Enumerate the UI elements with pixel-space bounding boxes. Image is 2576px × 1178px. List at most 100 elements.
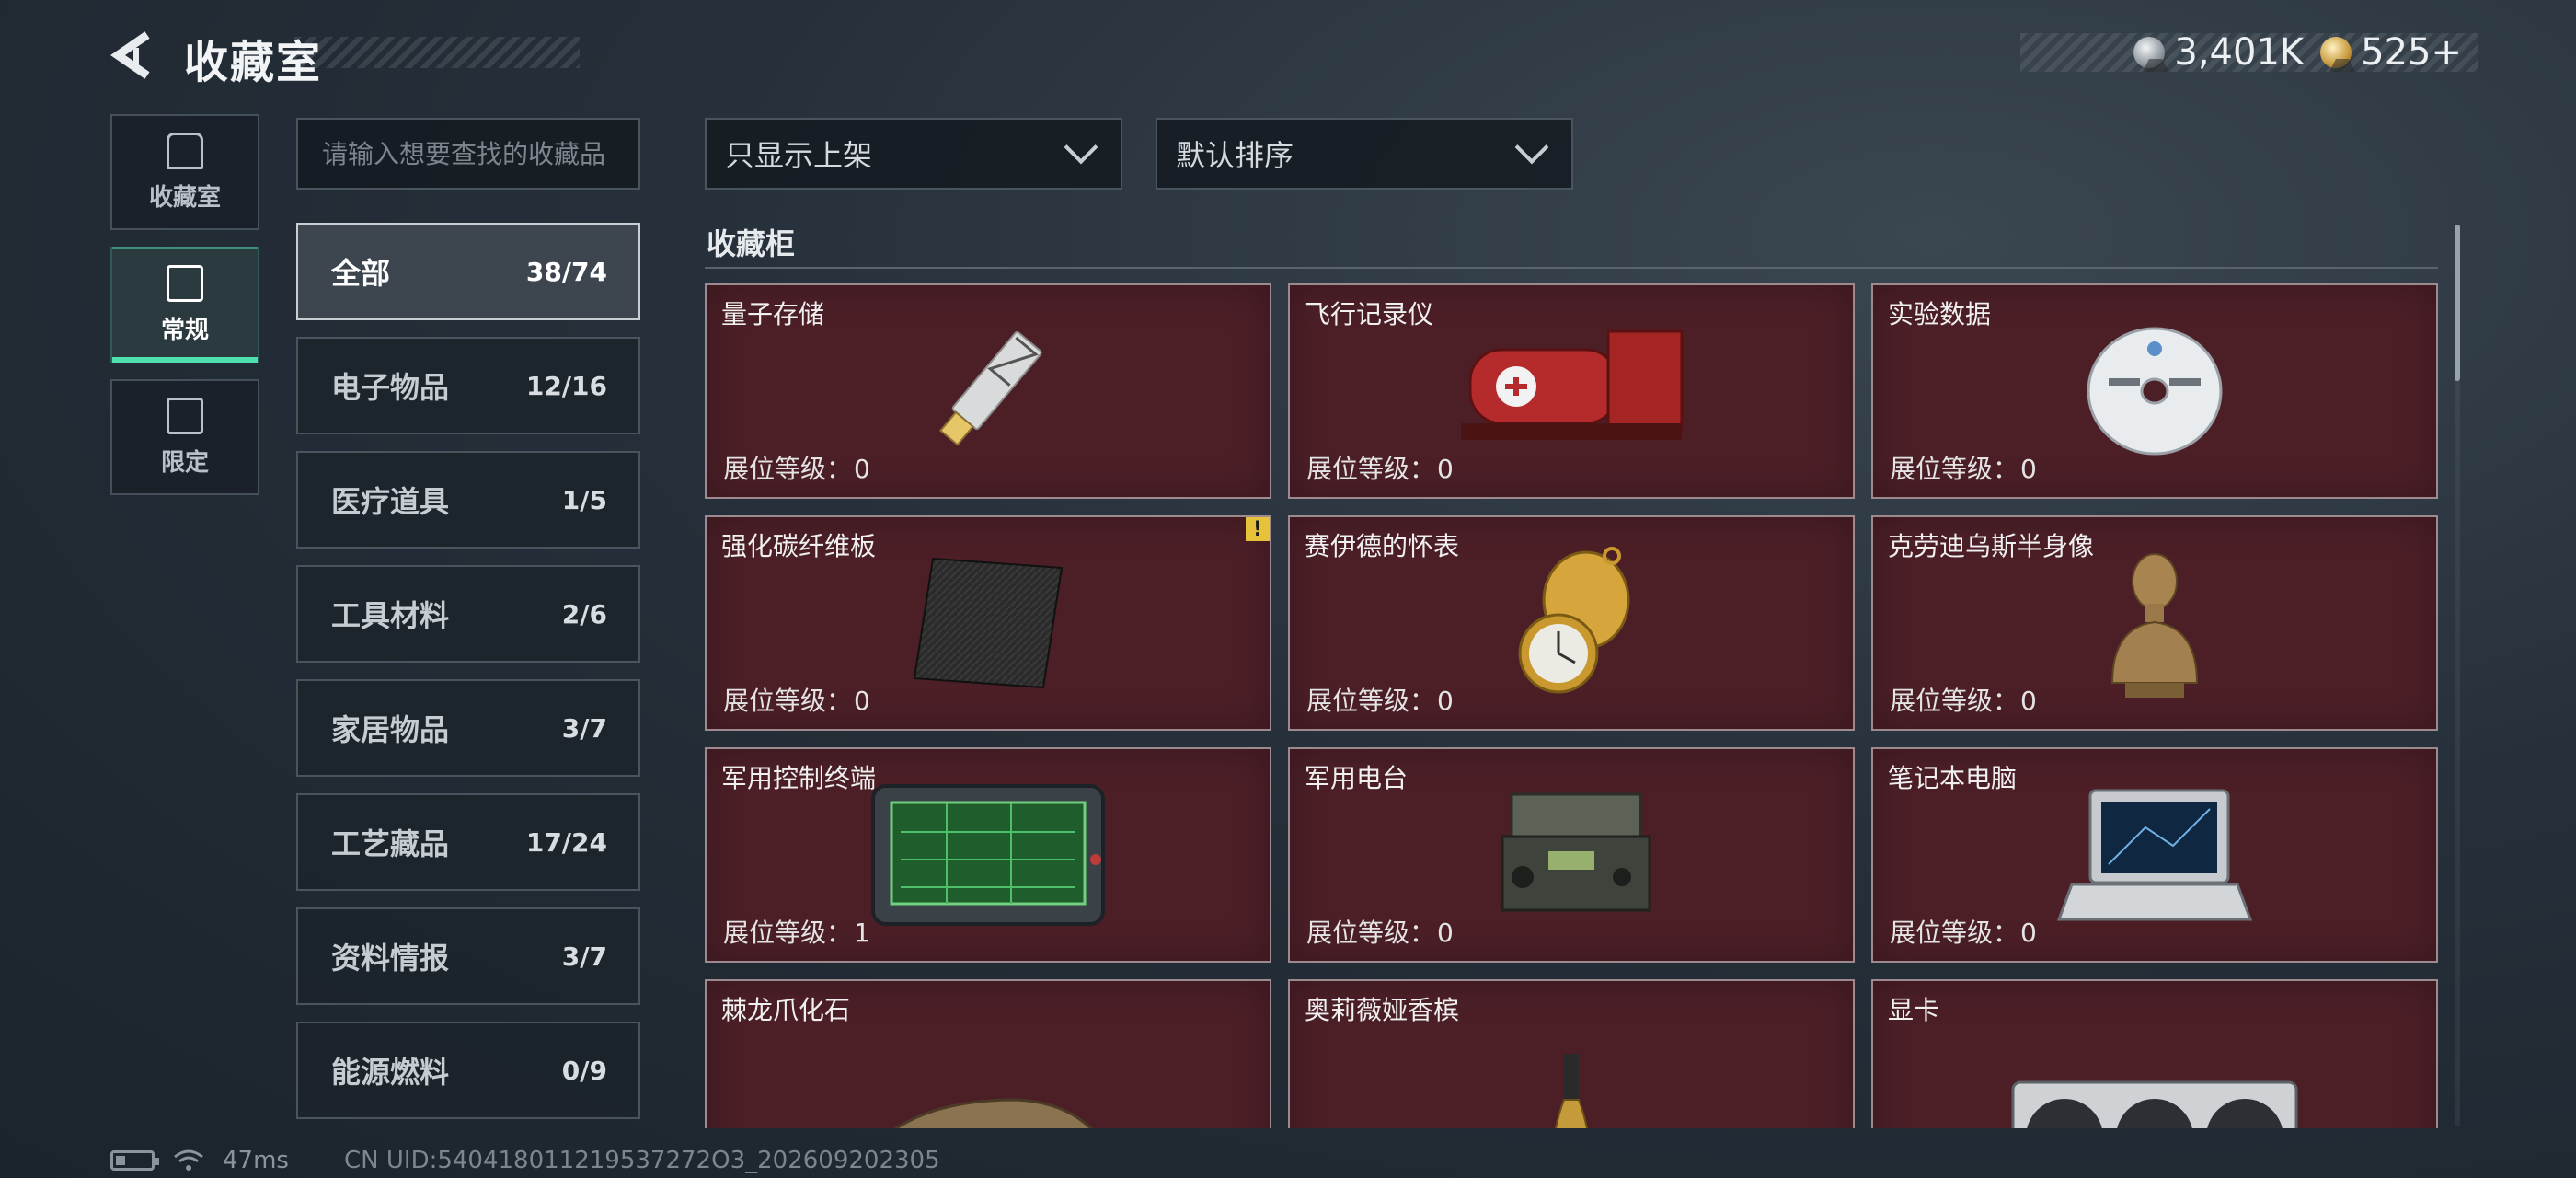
category-household[interactable]: 家居物品 3/7 <box>296 679 640 777</box>
category-count: 0/9 <box>561 1055 607 1086</box>
item-level: 展位等级：0 <box>1306 454 1454 484</box>
side-tab-label: 限定 <box>160 448 209 477</box>
cabinet-grid-viewport: 量子存储 展位等级：0 飞行记录仪 展位等级：0 实验数据 展位等级：0 强化碳… <box>705 283 2438 1128</box>
category-crafts[interactable]: 工艺藏品 17/24 <box>296 793 640 891</box>
sort-value: 默认排序 <box>1176 138 1294 173</box>
user-id: CN UID:540418011219537272O3_202609202305 <box>344 1147 940 1174</box>
category-count: 3/7 <box>561 712 607 744</box>
collection-card[interactable]: 量子存储 展位等级：0 <box>705 283 1271 499</box>
item-level: 展位等级：1 <box>723 918 870 948</box>
chevron-down-icon <box>1514 130 1549 165</box>
battery-icon <box>110 1150 159 1171</box>
page-title: 收藏室 <box>184 37 323 88</box>
item-name: 显卡 <box>1888 995 1940 1025</box>
category-count: 2/6 <box>561 598 607 629</box>
back-button[interactable] <box>109 29 160 81</box>
graphics-card-icon <box>2011 1080 2298 1128</box>
category-count: 17/24 <box>525 826 607 858</box>
collection-card[interactable]: 棘龙爪化石 展位等级： <box>705 979 1271 1128</box>
item-name: 实验数据 <box>1888 299 1992 329</box>
category-all[interactable]: 全部 38/74 <box>296 223 640 320</box>
currency-silver-value: 3,401K <box>2174 31 2305 74</box>
category-name: 电子物品 <box>331 370 450 405</box>
side-tab-collection-room[interactable]: 收藏室 <box>110 114 259 230</box>
display-filter-dropdown[interactable]: 只显示上架 <box>705 118 1122 190</box>
side-tab-label: 收藏室 <box>148 183 221 212</box>
status-bar: 47ms <box>110 1147 289 1174</box>
collection-card[interactable]: 军用电台 展位等级：0 <box>1288 747 1855 963</box>
gold-coin-icon <box>2320 37 2356 72</box>
category-medical[interactable]: 医疗道具 1/5 <box>296 451 640 549</box>
category-name: 家居物品 <box>331 712 450 747</box>
chevron-down-icon <box>1064 130 1098 165</box>
radio-icon <box>1501 792 1651 912</box>
item-name: 棘龙爪化石 <box>721 995 851 1025</box>
item-name: 飞行记录仪 <box>1305 299 1434 329</box>
category-count: 3/7 <box>561 941 607 972</box>
item-name: 强化碳纤维板 <box>721 531 877 561</box>
side-tab-label: 常规 <box>160 316 209 344</box>
category-electronics[interactable]: 电子物品 12/16 <box>296 337 640 434</box>
currency-silver[interactable]: 3,401K <box>2133 31 2304 74</box>
item-level: 展位等级：0 <box>1890 918 2037 948</box>
collection-card[interactable]: 赛伊德的怀表 展位等级：0 <box>1288 515 1855 731</box>
category-name: 能源燃料 <box>331 1055 450 1090</box>
sort-dropdown[interactable]: 默认排序 <box>1156 118 1573 190</box>
item-name: 军用控制终端 <box>721 763 877 793</box>
category-intel[interactable]: 资料情报 3/7 <box>296 907 640 1005</box>
control-terminal-icon <box>871 784 1105 926</box>
collection-card[interactable]: 笔记本电脑 展位等级：0 <box>1871 747 2438 963</box>
flight-recorder-icon <box>1461 329 1684 440</box>
pocket-watch-icon <box>1518 547 1630 694</box>
search-input[interactable] <box>296 118 640 190</box>
silver-coin-icon <box>2133 37 2169 72</box>
item-name: 笔记本电脑 <box>1888 763 2018 793</box>
warning-icon: ! <box>1246 517 1270 541</box>
currency-bar: 3,401K 525+ <box>2020 31 2478 74</box>
collection-card[interactable]: 军用控制终端 展位等级：1 <box>705 747 1271 963</box>
limited-icon <box>167 397 203 434</box>
collection-room-icon <box>167 132 203 169</box>
currency-gold[interactable]: 525+ <box>2320 31 2462 74</box>
side-tab-regular[interactable]: 常规 <box>110 247 259 363</box>
wifi-icon <box>174 1149 203 1171</box>
item-level: 展位等级：0 <box>1890 686 2037 716</box>
regular-icon <box>167 264 203 302</box>
category-count: 12/16 <box>525 370 607 401</box>
collection-card[interactable]: 实验数据 展位等级：0 <box>1871 283 2438 499</box>
cabinet-title: 收藏柜 <box>707 226 796 261</box>
item-level: 展位等级：0 <box>1306 686 1454 716</box>
item-level: 展位等级：0 <box>723 686 870 716</box>
bust-icon <box>2110 553 2199 698</box>
collection-card[interactable]: 飞行记录仪 展位等级：0 <box>1288 283 1855 499</box>
category-energy[interactable]: 能源燃料 0/9 <box>296 1022 640 1119</box>
item-name: 量子存储 <box>721 299 825 329</box>
item-name: 克劳迪乌斯半身像 <box>1888 531 2095 561</box>
category-name: 工具材料 <box>331 598 450 633</box>
collection-card[interactable]: 强化碳纤维板 ! 展位等级：0 <box>705 515 1271 731</box>
item-name: 军用电台 <box>1305 763 1409 793</box>
item-name: 奥莉薇娅香槟 <box>1305 995 1460 1025</box>
title-decoration <box>294 37 580 68</box>
item-name: 赛伊德的怀表 <box>1305 531 1460 561</box>
item-level: 展位等级：0 <box>723 454 870 484</box>
collection-card[interactable]: 显卡 展位等级： <box>1871 979 2438 1128</box>
category-name: 全部 <box>331 256 391 291</box>
cabinet-grid: 量子存储 展位等级：0 飞行记录仪 展位等级：0 实验数据 展位等级：0 强化碳… <box>705 283 2438 1128</box>
category-name: 工艺藏品 <box>331 826 450 861</box>
item-level: 展位等级：0 <box>1306 918 1454 948</box>
back-arrow-icon <box>110 31 150 79</box>
usb-drive-icon <box>938 331 1042 446</box>
side-tab-limited[interactable]: 限定 <box>110 379 259 495</box>
display-filter-value: 只显示上架 <box>725 138 873 173</box>
collection-card[interactable]: 奥莉薇娅香槟 展位等级： <box>1288 979 1855 1128</box>
category-tools[interactable]: 工具材料 2/6 <box>296 565 640 663</box>
category-count: 1/5 <box>561 484 607 515</box>
category-name: 资料情报 <box>331 941 450 976</box>
category-count: 38/74 <box>525 256 607 287</box>
collection-card[interactable]: 克劳迪乌斯半身像 展位等级：0 <box>1871 515 2438 731</box>
carbon-plate-icon <box>913 557 1064 689</box>
currency-gold-value: 525+ <box>2361 31 2462 74</box>
category-name: 医疗道具 <box>331 484 450 519</box>
scrollbar-thumb[interactable] <box>2455 225 2460 381</box>
